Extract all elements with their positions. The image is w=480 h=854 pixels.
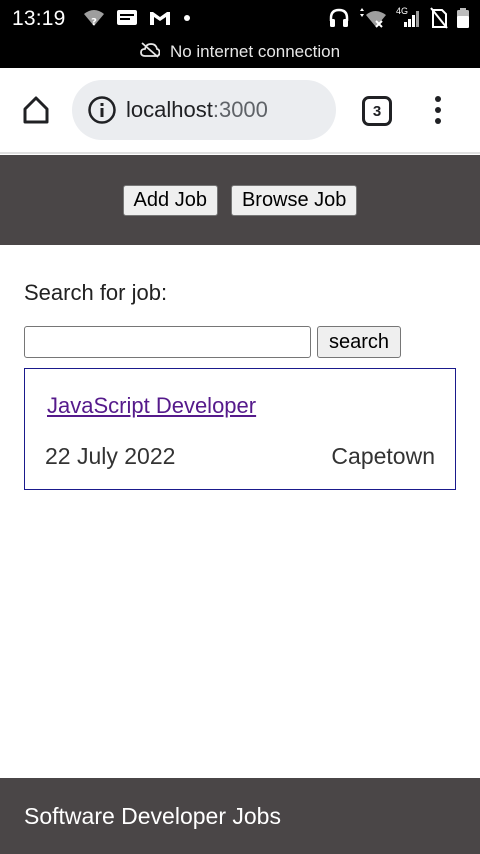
job-date: 22 July 2022	[45, 443, 176, 469]
address-bar[interactable]: localhost:3000	[72, 80, 336, 140]
status-left-icons: ?	[82, 8, 192, 33]
home-icon	[23, 96, 49, 124]
tab-switcher-button[interactable]: 3	[362, 96, 392, 126]
headphones-icon	[328, 7, 350, 34]
cloud-off-icon	[140, 41, 161, 63]
status-time: 13:19	[12, 7, 66, 30]
page-footer: Software Developer Jobs	[0, 778, 480, 854]
offline-banner: No internet connection	[0, 36, 480, 68]
signal-icon: 4G	[396, 6, 422, 34]
job-location: Capetown	[331, 443, 435, 469]
gmail-icon	[148, 8, 172, 33]
footer-text: Software Developer Jobs	[24, 803, 281, 829]
tab-count: 3	[372, 102, 382, 120]
info-icon[interactable]	[87, 95, 117, 125]
job-card: JavaScript Developer 22 July 2022 Capeto…	[24, 368, 456, 490]
search-input[interactable]	[24, 326, 311, 358]
wifi-off-icon	[358, 7, 388, 34]
job-title-link[interactable]: JavaScript Developer	[47, 393, 256, 419]
menu-dot	[435, 96, 441, 102]
url-port: :3000	[212, 97, 268, 122]
offline-text: No internet connection	[169, 42, 341, 61]
dot-icon	[182, 8, 192, 33]
menu-dot	[435, 107, 441, 113]
no-sim-icon	[430, 7, 448, 34]
url-host: localhost	[126, 97, 213, 122]
status-bar: 13:19 ? 4G	[0, 0, 480, 36]
url-text[interactable]: localhost:3000	[126, 97, 268, 123]
wifi-question-icon: ?	[82, 8, 106, 33]
browser-toolbar: localhost:3000 3	[0, 68, 480, 154]
menu-dot	[435, 118, 441, 124]
search-button[interactable]: search	[317, 326, 401, 358]
browser-menu-button[interactable]	[426, 92, 450, 128]
home-button[interactable]	[18, 92, 54, 128]
search-label: Search for job:	[24, 280, 168, 305]
page-header: Add Job Browse Job	[0, 155, 480, 245]
message-icon	[116, 8, 138, 33]
network-type-label: 4G	[396, 6, 409, 16]
battery-icon	[456, 7, 470, 34]
add-job-button[interactable]: Add Job	[122, 184, 218, 216]
svg-text:?: ?	[91, 17, 97, 28]
status-right-icons: 4G	[328, 6, 470, 34]
browse-job-button[interactable]: Browse Job	[230, 184, 358, 216]
